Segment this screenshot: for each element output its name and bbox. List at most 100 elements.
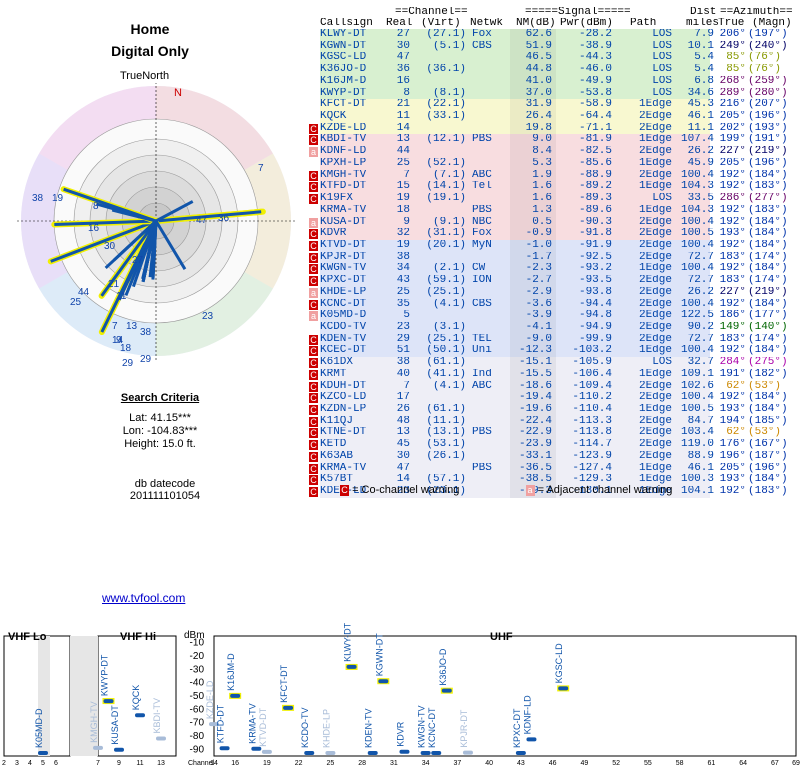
cell-real: 8	[403, 87, 410, 99]
radar-channel-label: 21	[108, 279, 120, 290]
table-row: a KUSA-DT 9 (9.1) NBC 0.5 -90.3 2Edge 100.4 192°(…	[309, 216, 788, 229]
table-row: KLWY-DT 27 (27.1) Fox 62.6 -28.2 LOS 7.9 206° (19…	[320, 29, 788, 41]
cell-azimuth-true: 249°	[719, 40, 746, 52]
co-channel-warning: C	[309, 252, 318, 263]
cell-network: Tel	[472, 181, 492, 193]
cell-distance: 100.4	[680, 345, 714, 357]
cell-azimuth-magn: (53°)	[748, 380, 782, 392]
x-tick-label: 64	[739, 760, 747, 767]
spectrum-bar	[462, 750, 473, 755]
cell-azimuth-true: 193°	[719, 474, 746, 486]
cell-nm: 0.5	[532, 216, 552, 228]
x-tick-label: 61	[707, 760, 715, 767]
cell-azimuth-magn: (184°)	[748, 216, 788, 228]
radar-channel-label: 25	[70, 297, 82, 308]
spectrum-bar-label: KHDE-LP	[321, 709, 331, 748]
adjacent-channel-warning: a	[309, 217, 318, 228]
cell-path: 1Edge	[638, 157, 672, 169]
cell-azimuth-magn: (185°)	[748, 415, 788, 427]
spectrum-bar-label: KQCK	[131, 685, 141, 711]
table-row: KGWN-DT 30 (5.1) CBS 51.9 -38.9 LOS 10.1 249° (24…	[320, 40, 788, 53]
cell-azimuth-magn: (177°)	[748, 310, 788, 322]
group-signal: =====Signal=====	[525, 7, 631, 18]
spectrum-bar-label: KWYP-DT	[100, 654, 110, 696]
spectrum-bar-label: KTVD-DT	[258, 707, 268, 746]
group-channel: ==Channel==	[395, 7, 468, 18]
vhf-hi-label: VHF Hi	[120, 631, 156, 643]
table-row: KGSC-LD 47 46.5 -44.3 LOS 5.4 85° (76°)	[320, 52, 781, 65]
co-channel-warning: C	[309, 393, 318, 404]
cell-path: 1Edge	[638, 462, 672, 474]
cell-path: 2Edge	[638, 450, 672, 462]
cell-azimuth-magn: (259°)	[748, 75, 788, 87]
table-row: a KHDE-LP 25 (25.1) -2.9 -93.8 2Edge 26.2 227° (2…	[309, 286, 788, 299]
x-tick-label: 9	[117, 760, 121, 767]
cell-distance: 5.4	[694, 64, 714, 76]
tvfool-link[interactable]: www.tvfool.com	[102, 591, 185, 605]
cell-path: LOS	[652, 75, 672, 87]
cell-path: 2Edge	[638, 333, 672, 345]
cell-power: -85.6	[578, 157, 612, 169]
spectrum-bar	[304, 751, 315, 755]
radar-channel-label: 8	[93, 201, 99, 212]
cell-distance: 84.7	[687, 415, 714, 427]
table-row: C KDUH-DT 7 (4.1) ABC -18.6 -109.4 2Edge 102.6 62…	[309, 380, 781, 393]
cell-azimuth-true: 286°	[719, 193, 746, 205]
cell-power: -127.4	[572, 462, 612, 474]
cell-nm: 51.9	[525, 40, 552, 52]
cell-azimuth-magn: (76°)	[748, 64, 782, 76]
table-row: C KRMT 40 (41.1) Ind -15.5 -106.4 1Edge 109.1 191…	[309, 368, 788, 381]
cell-virt: (26.1)	[426, 450, 466, 462]
cell-callsign: KCEC-DT	[320, 345, 367, 357]
cell-virt: (14.1)	[426, 181, 466, 193]
cell-real: 19	[396, 239, 410, 251]
cell-path: 2Edge	[638, 251, 672, 263]
cell-path: 2Edge	[638, 415, 672, 427]
x-tick-label: 46	[549, 760, 557, 767]
cell-real: 27	[396, 29, 410, 40]
cell-azimuth-magn: (174°)	[748, 275, 788, 287]
spectrum-bar-label: KMGH-TV	[89, 701, 99, 743]
cell-virt: (52.1)	[426, 157, 466, 169]
uhf-label: UHF	[490, 631, 513, 643]
cell-distance: 100.5	[680, 228, 714, 240]
cell-azimuth-true: 176°	[719, 439, 746, 451]
cell-power: -28.2	[578, 29, 612, 40]
cell-path: 2Edge	[638, 310, 672, 322]
cell-azimuth-true: 192°	[719, 345, 746, 357]
cell-callsign: KPJR-DT	[320, 251, 367, 263]
cell-distance: 33.5	[687, 193, 714, 205]
cell-azimuth-true: 284°	[719, 357, 746, 369]
cell-power: -53.8	[578, 87, 612, 99]
cell-path: 2Edge	[638, 286, 672, 298]
cell-azimuth-magn: (184°)	[748, 239, 788, 251]
cell-azimuth-true: 191°	[719, 368, 746, 380]
co-channel-warning: C	[309, 416, 318, 427]
cell-network: ABC	[472, 169, 492, 181]
table-row: C KBDI-TV 13 (12.1) PBS 9.0 -81.9 1Edge 107.4 199…	[309, 134, 788, 147]
spectrum-bar-label: K05MD-D	[34, 708, 44, 748]
col-magn: (Magn)	[752, 18, 792, 29]
cell-nm: 37.0	[525, 87, 552, 99]
cell-real: 48	[396, 415, 410, 427]
search-height: Height: 15.0 ft.	[124, 438, 196, 450]
cell-path: 2Edge	[638, 427, 672, 439]
cell-callsign: KCDO-TV	[320, 321, 367, 333]
cell-virt: (4.1)	[432, 298, 466, 310]
col-callsign: Callsign	[320, 18, 373, 29]
cell-virt: (7.1)	[432, 169, 466, 181]
cell-power: -94.8	[578, 310, 612, 322]
spectrum-bar-label: KRMA-TV	[247, 703, 257, 744]
co-channel-text: = Co-channel warning	[352, 484, 460, 496]
x-tick-label: 52	[612, 760, 620, 767]
spectrum-bar	[558, 686, 569, 691]
cell-azimuth-magn: (184°)	[748, 404, 788, 415]
cell-azimuth-magn: (187°)	[748, 450, 788, 462]
table-row: C KZCO-LD 17 -19.4 -110.2 2Edge 100.4 192° (184°…	[309, 392, 788, 404]
cell-callsign: K11QJ	[320, 415, 354, 427]
cell-callsign: K36JO-D	[320, 64, 367, 76]
cell-distance: 5.4	[694, 52, 714, 64]
adjacent-channel-text: = Adjacent channel warning	[537, 484, 673, 496]
cell-virt: (25.1)	[426, 333, 466, 345]
cell-power: -113.3	[572, 415, 612, 427]
